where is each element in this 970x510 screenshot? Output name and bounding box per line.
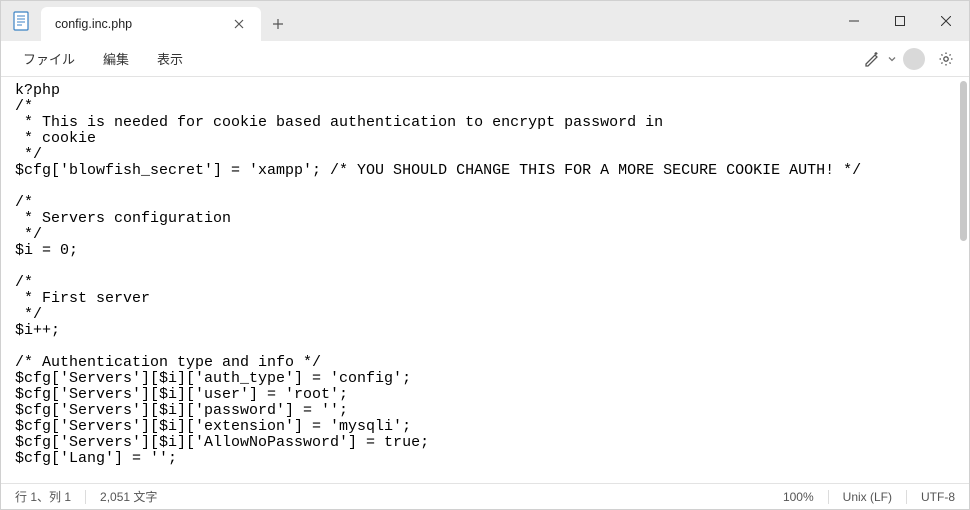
minimize-button[interactable] (831, 1, 877, 41)
status-encoding[interactable]: UTF-8 (907, 484, 969, 509)
ai-tool-dropdown[interactable] (857, 44, 897, 74)
editor-content: k?php /* * This is needed for cookie bas… (15, 83, 969, 467)
text-editor[interactable]: k?php /* * This is needed for cookie bas… (1, 77, 969, 483)
close-tab-icon[interactable] (227, 12, 251, 36)
status-char-count[interactable]: 2,051 文字 (86, 484, 171, 509)
ai-edit-icon (857, 44, 887, 74)
tab-title: config.inc.php (55, 17, 227, 31)
status-position[interactable]: 行 1、列 1 (1, 484, 85, 509)
tab-active[interactable]: config.inc.php (41, 7, 261, 41)
app-icon (1, 1, 41, 41)
statusbar: 行 1、列 1 2,051 文字 100% Unix (LF) UTF-8 (1, 483, 969, 509)
menubar: ファイル 編集 表示 (1, 41, 969, 77)
editor-area: k?php /* * This is needed for cookie bas… (1, 77, 969, 483)
menu-file[interactable]: ファイル (9, 43, 89, 74)
avatar[interactable] (903, 48, 925, 70)
vertical-scrollbar[interactable] (960, 81, 967, 241)
menu-view[interactable]: 表示 (143, 43, 197, 74)
gear-icon (937, 50, 955, 68)
window: config.inc.php ファイル 編集 表示 (0, 0, 970, 510)
settings-button[interactable] (931, 44, 961, 74)
window-controls (831, 1, 969, 41)
menu-edit[interactable]: 編集 (89, 43, 143, 74)
close-button[interactable] (923, 1, 969, 41)
maximize-button[interactable] (877, 1, 923, 41)
chevron-down-icon (887, 54, 897, 64)
new-tab-button[interactable] (261, 7, 295, 41)
status-zoom[interactable]: 100% (769, 484, 828, 509)
status-eol[interactable]: Unix (LF) (829, 484, 906, 509)
titlebar: config.inc.php (1, 1, 969, 41)
